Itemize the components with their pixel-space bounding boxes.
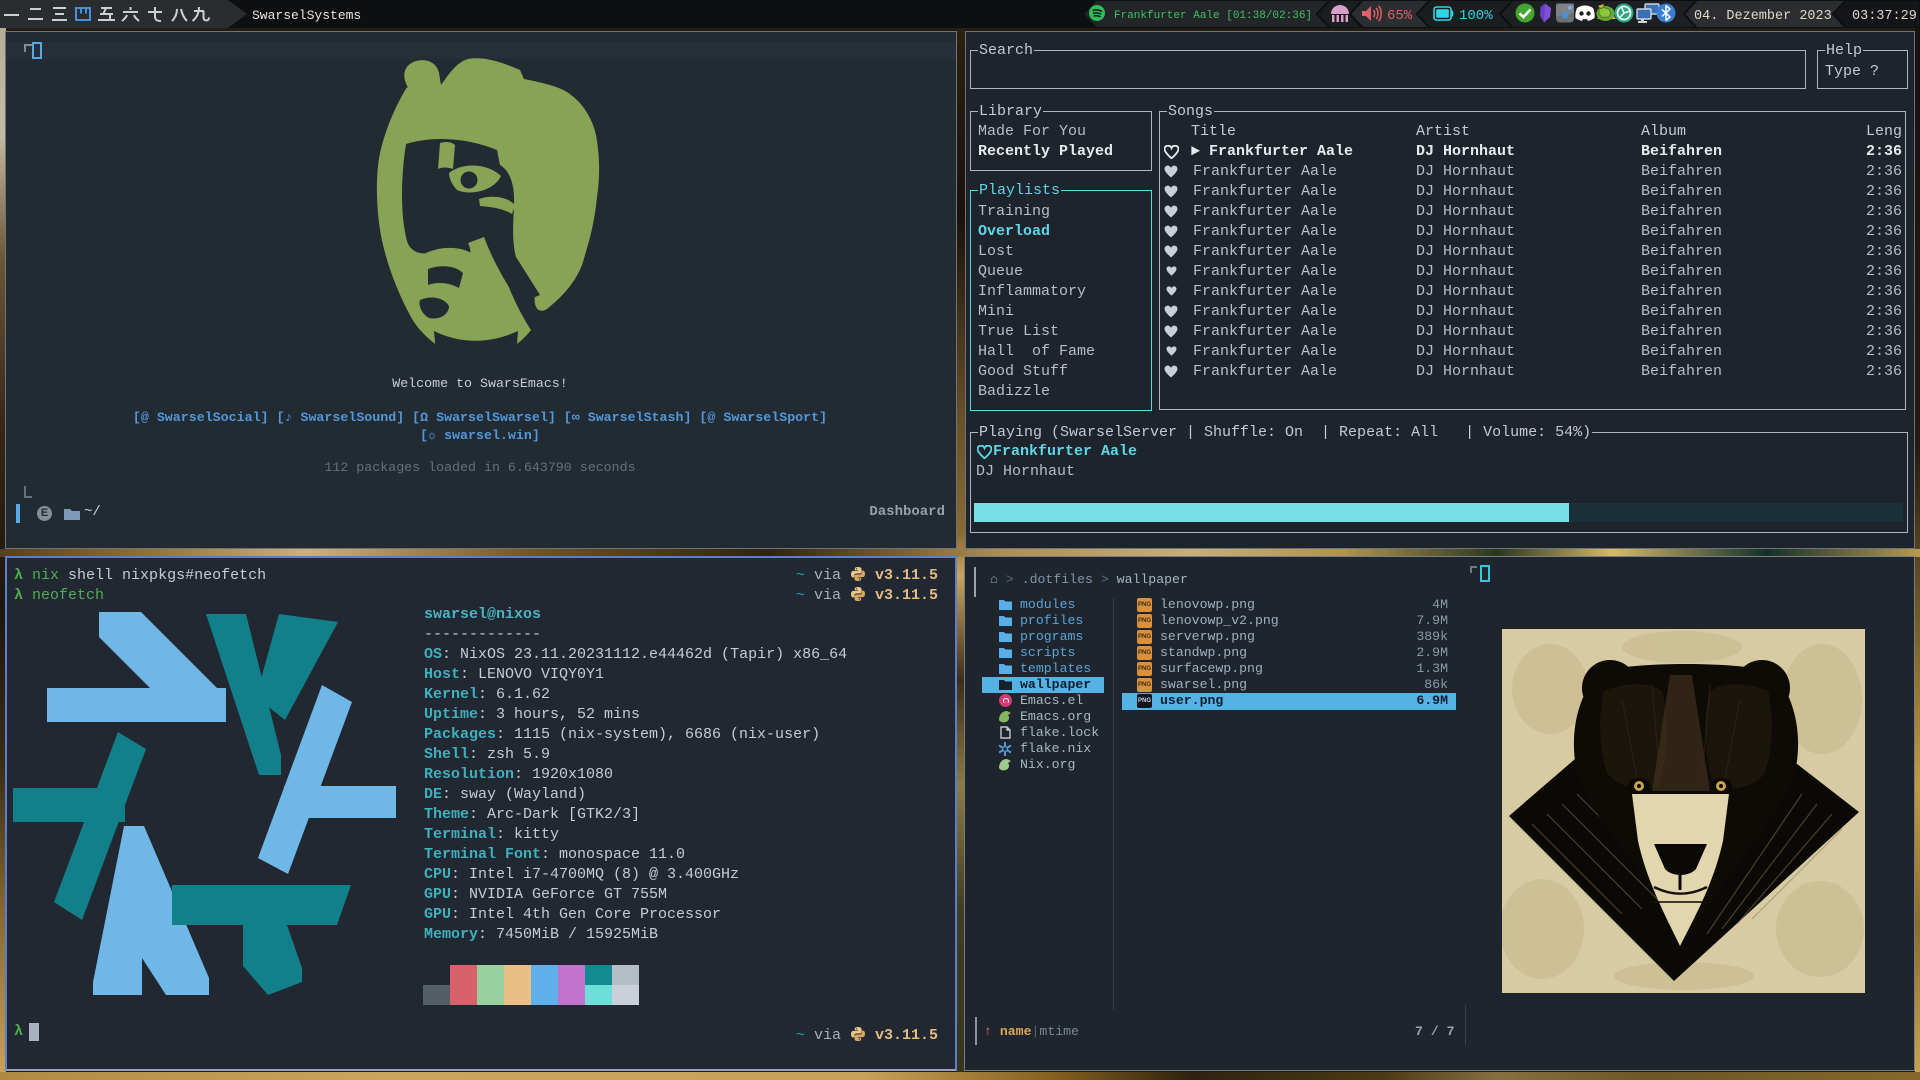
svg-text:04. Dezember 2023: 04. Dezember 2023 (1694, 9, 1832, 24)
svg-text:SwarselSystems: SwarselSystems (252, 8, 361, 23)
svg-text:03:37:29: 03:37:29 (1852, 9, 1917, 24)
svg-text:65%: 65% (1387, 8, 1413, 24)
svg-text:100%: 100% (1459, 8, 1493, 24)
svg-text:Frankfurter Aale [01:38/02:36]: Frankfurter Aale [01:38/02:36] (1114, 10, 1312, 22)
